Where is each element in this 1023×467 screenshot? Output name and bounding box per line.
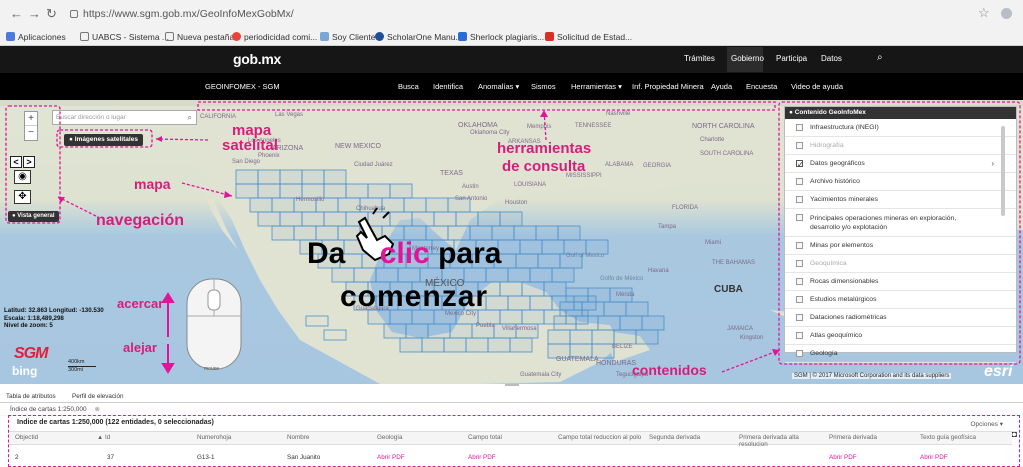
- table-row[interactable]: 2 37 G13-1 San Juanito Abrir PDF Abrir P…: [9, 452, 1012, 462]
- index-layer-label: Índice de cartas 1:250,000: [10, 406, 87, 413]
- label-alejar: alejar: [123, 340, 157, 355]
- bottom-tabs: Tabla de atributos Perfil de elevación: [0, 391, 1023, 403]
- navigation-outline: [5, 105, 61, 224]
- index-layer-tab[interactable]: Índice de cartas 1:250,000 ⊗: [10, 405, 100, 413]
- pdf-link[interactable]: Abrir PDF: [829, 454, 857, 461]
- label-mapa: mapa: [134, 176, 171, 192]
- label-acercar: acercar: [117, 296, 164, 311]
- content-outline: [778, 101, 1021, 365]
- arrow-map: [181, 182, 233, 197]
- column-header[interactable]: Nombre: [287, 434, 309, 441]
- column-header[interactable]: Texto guía geofísica: [920, 434, 976, 441]
- pdf-link[interactable]: Abrir PDF: [468, 454, 496, 461]
- pdf-link[interactable]: Abrir PDF: [377, 454, 405, 461]
- column-header[interactable]: Primera derivada: [829, 434, 877, 441]
- tab-elevation-profile[interactable]: Perfil de elevación: [72, 393, 123, 400]
- arrow-satellite: [155, 138, 209, 141]
- table-cell: 2: [15, 454, 19, 461]
- gob-nav-gobierno[interactable]: Gobierno: [731, 54, 764, 63]
- options-menu[interactable]: Opciones ▾: [970, 420, 1003, 428]
- label-herramientas-1: herramientas: [497, 140, 592, 157]
- table-cell: San Juanito: [287, 454, 321, 461]
- tab-attribute-table[interactable]: Tabla de atributos: [6, 393, 56, 400]
- column-header[interactable]: Segunda derivada: [649, 434, 700, 441]
- close-icon[interactable]: ⊗: [94, 406, 99, 413]
- table-cell: 37: [107, 454, 115, 461]
- label-herramientas-2: de consulta: [502, 158, 586, 175]
- table-title: Indice de cartas 1:250,000 (122 entidade…: [17, 419, 214, 426]
- cta-line-2[interactable]: comenzar: [340, 280, 488, 314]
- column-header[interactable]: ▲ Id: [97, 434, 110, 441]
- arrowhead-satellite: [156, 136, 162, 142]
- satellite-outline: [56, 129, 153, 148]
- label-mapa-satelital-2: satelital: [222, 137, 278, 154]
- column-header[interactable]: Campo total reduccion al polo: [558, 434, 648, 441]
- pdf-link[interactable]: Abrir PDF: [920, 454, 948, 461]
- table-cell: G13-1: [197, 454, 215, 461]
- zoom-out-arrowhead: [161, 363, 175, 374]
- tools-outline: [197, 101, 776, 111]
- column-header[interactable]: Primera derivada alta resolucion: [739, 434, 824, 448]
- label-navegacion: navegación: [96, 212, 185, 229]
- table-header: Objectid ▲ Id Numerohoja Nombre Geología…: [9, 431, 1012, 448]
- table-settings-icon[interactable]: ◘: [1012, 429, 1017, 439]
- cta-da: Da: [307, 237, 346, 270]
- cta-para: para: [438, 237, 502, 270]
- label-contenidos: contenidos: [632, 362, 707, 378]
- arrow-contents: [721, 349, 781, 373]
- arrow-navigation: [57, 196, 97, 217]
- panel-resize-handle[interactable]: [505, 384, 519, 386]
- column-header[interactable]: Geología: [377, 434, 403, 441]
- cta-line-1[interactable]: Da clic para: [307, 237, 501, 271]
- cta-clic: clic: [379, 237, 430, 270]
- arrowhead-map: [224, 191, 232, 198]
- column-header[interactable]: Campo total: [468, 434, 502, 441]
- column-header[interactable]: Numerohoja: [197, 434, 231, 441]
- zoom-in-arrowhead: [161, 292, 175, 303]
- attribute-table: Indice de cartas 1:250,000 (122 entidade…: [8, 415, 1020, 467]
- column-header[interactable]: Objectid: [15, 434, 38, 441]
- arrowhead-tools: [540, 110, 548, 117]
